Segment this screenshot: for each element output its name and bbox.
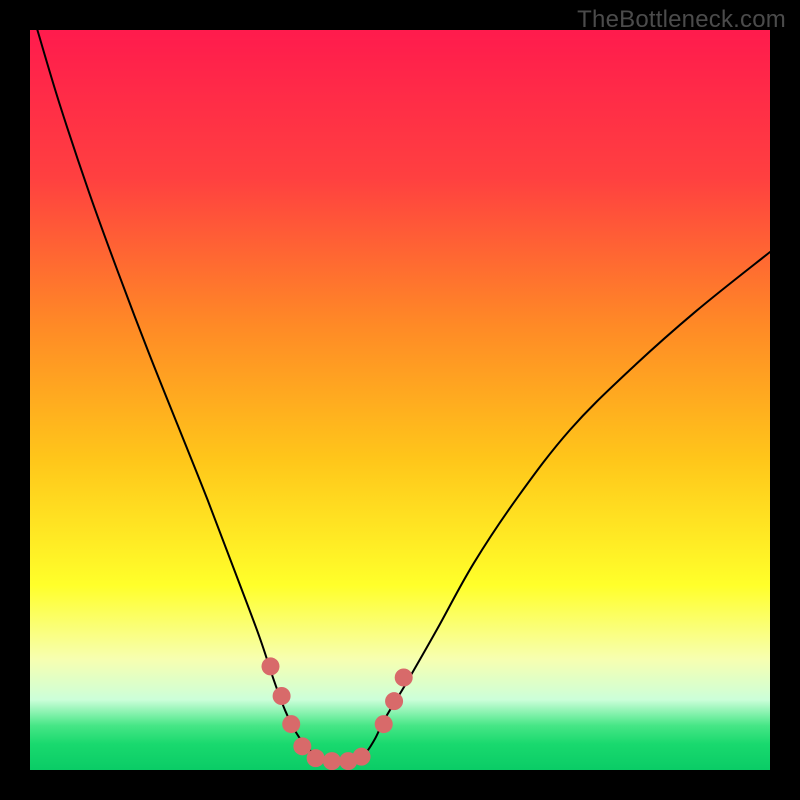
plot-area	[30, 30, 770, 770]
test-point	[273, 687, 291, 705]
watermark-text: TheBottleneck.com	[577, 6, 786, 34]
test-point	[282, 715, 300, 733]
bottleneck-chart	[30, 30, 770, 770]
test-point	[262, 657, 280, 675]
chart-frame: TheBottleneck.com	[0, 0, 800, 800]
test-point	[385, 692, 403, 710]
gradient-background	[30, 30, 770, 770]
test-point	[375, 715, 393, 733]
test-point	[323, 752, 341, 770]
test-point	[307, 749, 325, 767]
test-point	[353, 748, 371, 766]
test-point	[395, 669, 413, 687]
